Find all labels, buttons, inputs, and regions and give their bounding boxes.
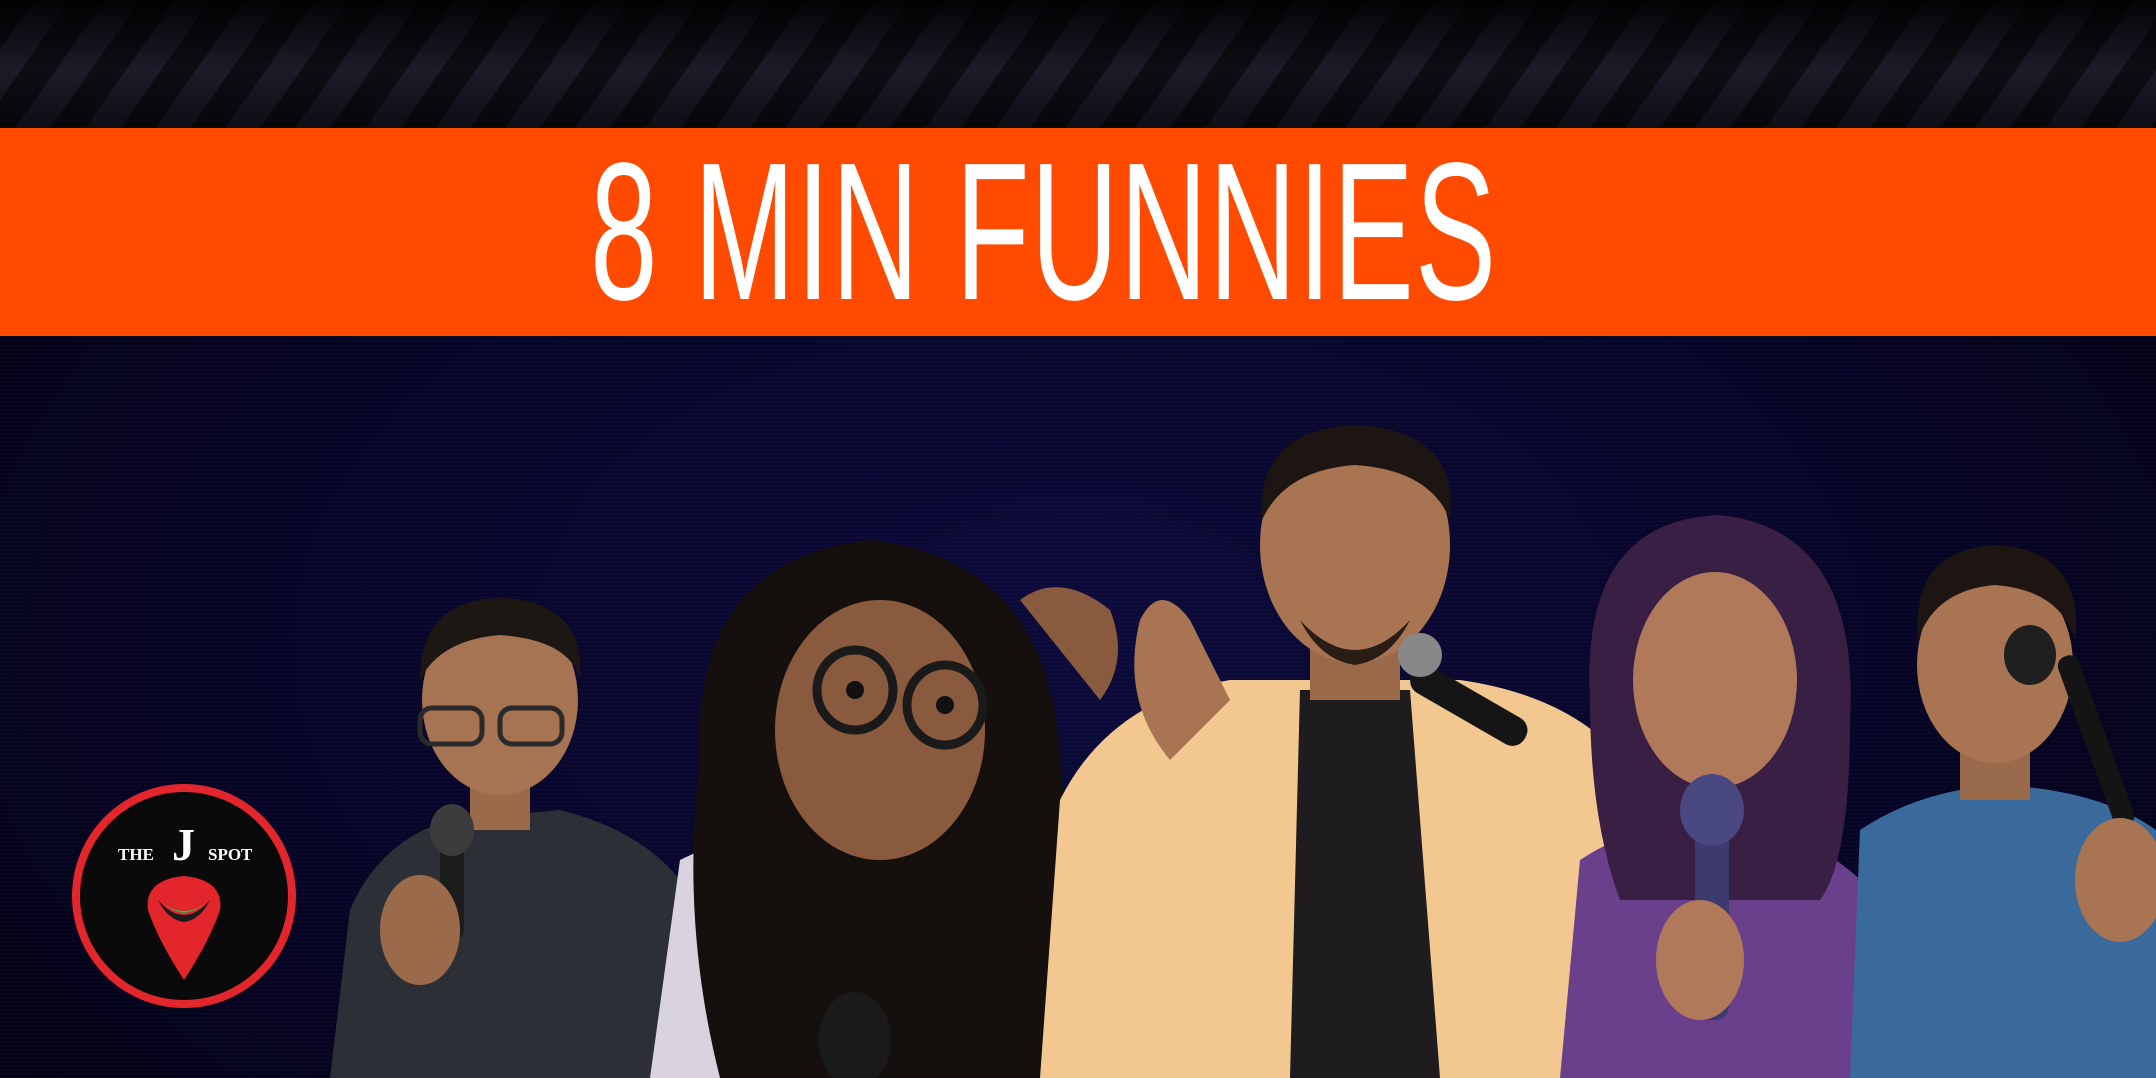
comedian-4-photo	[1560, 515, 1900, 1078]
comedian-lineup	[330, 425, 2156, 1078]
the-j-spot-logo: THE J SPOT	[72, 784, 296, 1008]
logo-text-the: THE	[118, 845, 154, 864]
logo-text-j: J	[172, 819, 195, 870]
poster-canvas: 8 MIN FUNNIES THE J SPOT	[0, 0, 2156, 1078]
logo-text-spot: SPOT	[208, 845, 253, 864]
comedian-5-photo	[1850, 545, 2156, 1078]
